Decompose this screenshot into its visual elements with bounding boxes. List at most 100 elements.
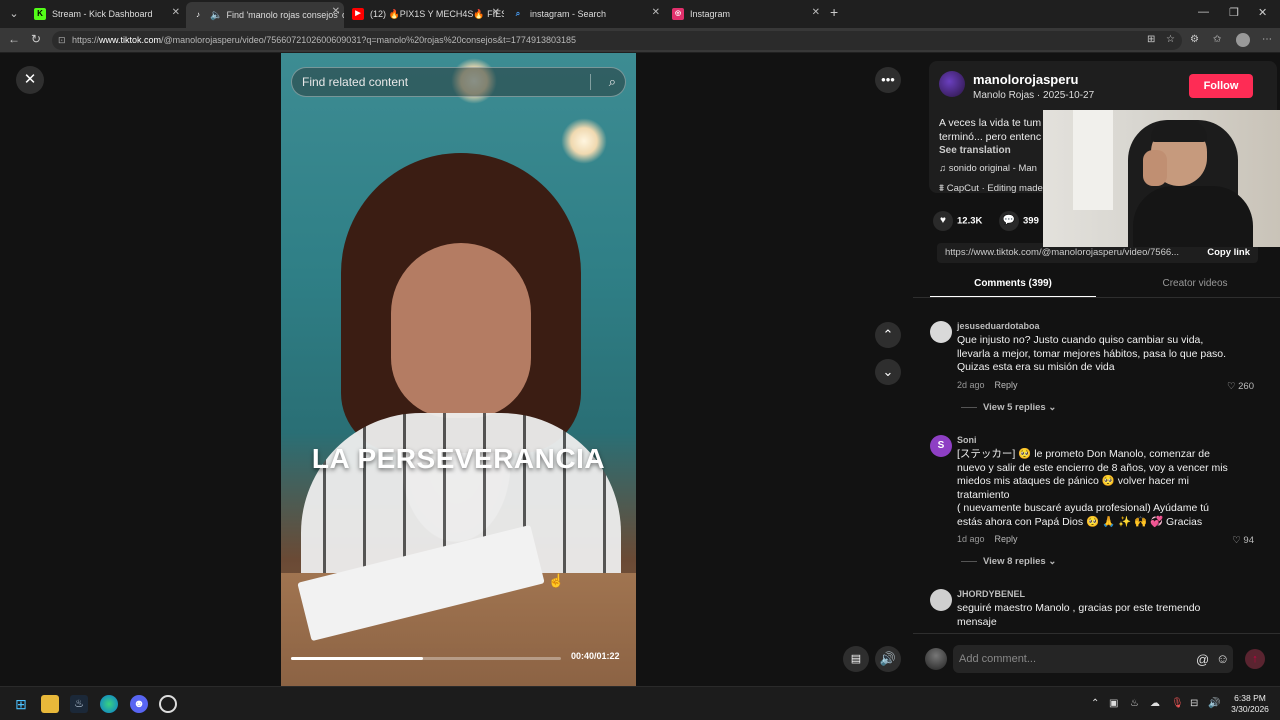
comment-like[interactable]: ♡ 94 xyxy=(1232,535,1254,546)
browser-tab-search[interactable]: ⌕ instagram - Search ✕ xyxy=(506,3,664,25)
tab-title: Stream - Kick Dashboard xyxy=(52,9,153,19)
system-clock[interactable]: 6:38 PM 3/30/2026 xyxy=(1226,693,1274,715)
captions-icon[interactable]: ▤ xyxy=(843,646,869,672)
progress-fill xyxy=(291,657,424,660)
url-field[interactable]: ⊡ https://www.tiktok.com/@manolorojasper… xyxy=(52,31,1182,50)
youtube-icon: ▶ xyxy=(352,8,364,20)
restore-icon[interactable]: ❐ xyxy=(1229,6,1239,19)
commenter-username[interactable]: jesuseduardotaboa xyxy=(957,321,1040,331)
post-comment-button[interactable]: ↑ xyxy=(1245,649,1265,669)
view-replies-button[interactable]: View 5 replies ⌄ xyxy=(961,402,1056,413)
share-url: https://www.tiktok.com/@manolorojasperu/… xyxy=(945,247,1180,258)
comment-input[interactable]: Add comment... xyxy=(953,645,1233,673)
comment-text: seguiré maestro Manolo , gracias por est… xyxy=(957,602,1201,628)
post-description: A veces la vida te tum terminó... pero e… xyxy=(939,116,1049,144)
volume-tray-icon[interactable]: 🔊 xyxy=(1208,698,1220,709)
close-window-icon[interactable]: ✕ xyxy=(1258,6,1267,19)
favorite-star-icon[interactable]: ☆ xyxy=(1166,34,1175,45)
close-tab-icon[interactable]: ✕ xyxy=(812,7,820,18)
commenter-username[interactable]: JHORDYBENEL xyxy=(957,589,1025,599)
app-available-icon[interactable]: ⊞ xyxy=(1147,34,1155,45)
discord-icon[interactable]: ☻ xyxy=(130,695,148,713)
author-avatar[interactable] xyxy=(939,71,965,97)
address-bar-row: ← ↻ ⊡ https://www.tiktok.com/@manoloroja… xyxy=(0,28,1280,52)
find-related-search[interactable]: Find related content ⌕ xyxy=(291,67,626,97)
close-tab-icon[interactable]: ✕ xyxy=(652,7,660,18)
microphone-icon[interactable]: 🎙 xyxy=(1171,698,1184,709)
close-tab-icon[interactable]: ✕ xyxy=(332,6,340,17)
comment-item: jesuseduardotaboa Que injusto no? Justo … xyxy=(930,321,1270,416)
profile-avatar[interactable] xyxy=(1236,33,1250,47)
minimize-icon[interactable]: — xyxy=(1198,6,1209,18)
capcut-link[interactable]: ⩩ CapCut · Editing made xyxy=(939,183,1049,194)
tab-title: Find 'manolo rojas consejos' o xyxy=(226,10,344,20)
search-icon[interactable]: ⌕ xyxy=(609,68,616,96)
tiktok-icon: ♪ xyxy=(196,10,200,19)
webcam-hand-shape xyxy=(1143,150,1167,186)
author-username[interactable]: manolorojasperu xyxy=(973,72,1078,87)
video-player[interactable]: Find related content ⌕ LA PERSEVERANCIA … xyxy=(281,53,636,686)
divider xyxy=(913,297,1280,298)
volume-icon[interactable]: 🔊 xyxy=(875,646,901,672)
edge-browser-icon[interactable] xyxy=(100,695,118,713)
browser-tab-kick[interactable]: K Stream - Kick Dashboard ✕ xyxy=(28,3,184,25)
comment-like[interactable]: ♡ 260 xyxy=(1227,381,1254,392)
app-icon[interactable] xyxy=(159,695,177,713)
follow-button[interactable]: Follow xyxy=(1189,74,1253,98)
heart-icon[interactable]: ♥ xyxy=(933,211,953,231)
file-explorer-icon[interactable] xyxy=(41,695,59,713)
close-tab-icon[interactable]: ✕ xyxy=(492,7,500,18)
steam-icon[interactable]: ♨ xyxy=(70,695,88,713)
browser-tab-youtube[interactable]: ▶ (12) 🔥PIX1S Y MECH4S🔥 FIESTA ✕ xyxy=(346,3,504,25)
browser-tab-instagram[interactable]: ◎ Instagram ✕ xyxy=(666,3,824,25)
favorites-icon[interactable]: ✩ xyxy=(1213,34,1221,45)
webcam-hair-shape xyxy=(1151,120,1207,142)
browser-tab-bar: ⌄ K Stream - Kick Dashboard ✕ ♪ 🔈 Find '… xyxy=(0,0,1280,28)
panel-tabs: Comments (399) Creator videos xyxy=(930,276,1278,298)
network-icon[interactable]: ⊟ xyxy=(1190,698,1198,709)
sound-link[interactable]: ♫ sonido original - Man xyxy=(939,163,1049,174)
extensions-icon[interactable]: ⚙ xyxy=(1190,34,1199,45)
see-translation-link[interactable]: See translation xyxy=(939,145,1011,156)
mention-icon[interactable]: @ xyxy=(1196,652,1209,667)
comment-line: nuevo y salir de este encierro de 8 años… xyxy=(957,461,1228,474)
back-icon[interactable]: ← xyxy=(8,32,20,46)
instagram-icon: ◎ xyxy=(672,8,684,20)
refresh-icon[interactable]: ↻ xyxy=(31,32,41,46)
commenter-avatar[interactable]: S xyxy=(930,435,952,457)
emoji-icon[interactable]: ☺ xyxy=(1216,651,1229,666)
commenter-username[interactable]: Soni xyxy=(957,435,977,445)
show-hidden-icons-icon[interactable]: ⌃ xyxy=(1091,698,1099,709)
previous-video-button[interactable]: ⌃ xyxy=(875,322,901,348)
more-options-icon[interactable]: ⋯ xyxy=(1262,34,1272,45)
tab-actions-menu-icon[interactable]: ⌄ xyxy=(4,4,24,24)
tab-comments[interactable]: Comments (399) xyxy=(930,278,1096,289)
reply-button[interactable]: Reply xyxy=(995,534,1018,544)
comment-time: 1d ago xyxy=(957,534,985,544)
tab-title: Instagram xyxy=(690,9,731,19)
commenter-avatar[interactable] xyxy=(930,321,952,343)
add-comment-bar: Add comment... @ ☺ ↑ xyxy=(913,633,1280,686)
url-host: www.tiktok.com xyxy=(99,35,162,45)
speaker-icon[interactable]: 🔈 xyxy=(210,10,222,21)
windows-start-icon[interactable]: ⊞ xyxy=(12,695,30,713)
close-player-button[interactable]: ✕ xyxy=(16,66,44,94)
close-tab-icon[interactable]: ✕ xyxy=(172,7,180,18)
more-options-button[interactable]: ••• xyxy=(875,67,901,93)
tray-app-icon[interactable]: ▣ xyxy=(1109,698,1118,709)
webcam-overlay xyxy=(1043,110,1280,247)
steam-tray-icon[interactable]: ♨ xyxy=(1130,698,1139,709)
tab-creator-videos[interactable]: Creator videos xyxy=(1112,278,1278,289)
search-icon: ⌕ xyxy=(515,9,521,18)
comment-icon[interactable]: 💬 xyxy=(999,211,1019,231)
browser-tab-tiktok[interactable]: ♪ 🔈 Find 'manolo rojas consejos' o ✕ xyxy=(186,2,344,28)
url-path: /@manolorojasperu/video/7566072102600609… xyxy=(161,35,576,45)
cloud-icon[interactable]: ☁ xyxy=(1150,698,1160,709)
site-info-icon[interactable]: ⊡ xyxy=(58,31,66,50)
next-video-button[interactable]: ⌄ xyxy=(875,359,901,385)
commenter-avatar[interactable] xyxy=(930,589,952,611)
video-progress-bar[interactable] xyxy=(291,657,561,660)
view-replies-button[interactable]: View 8 replies ⌄ xyxy=(961,556,1056,567)
new-tab-icon[interactable]: + xyxy=(830,4,838,20)
reply-button[interactable]: Reply xyxy=(995,380,1018,390)
